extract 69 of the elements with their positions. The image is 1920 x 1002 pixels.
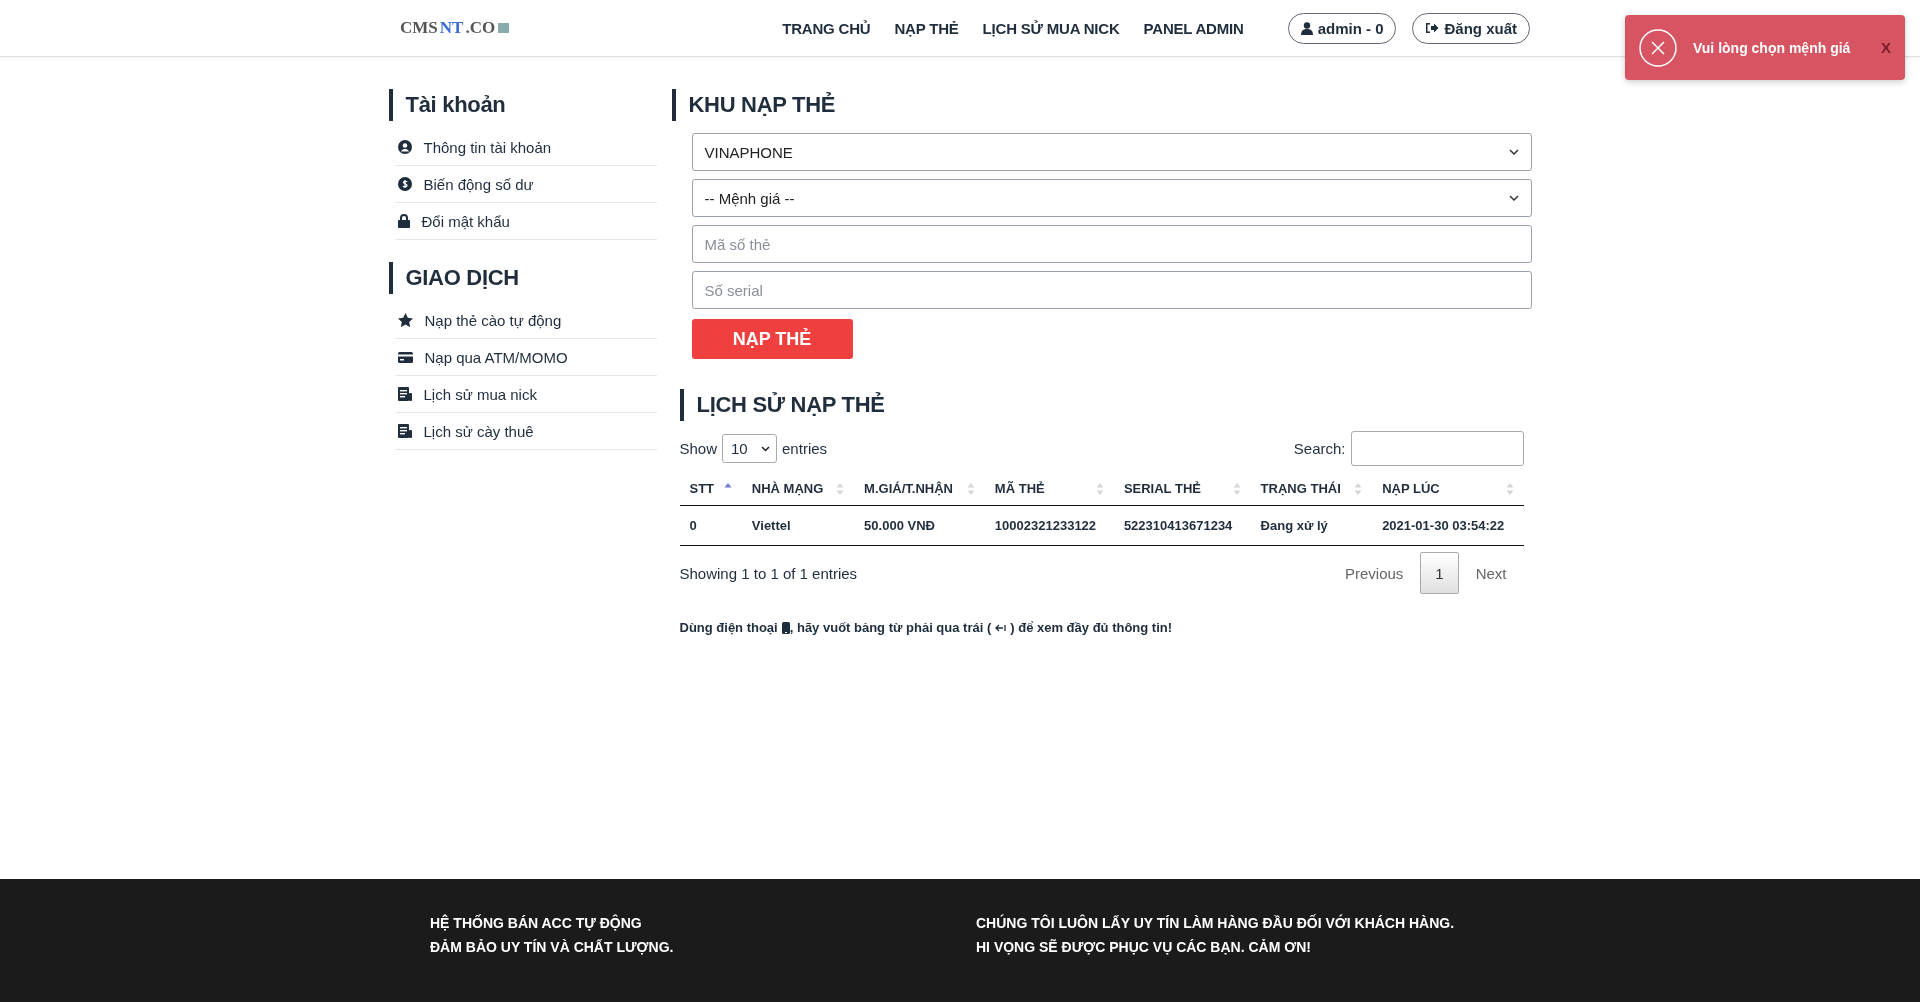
user-icon <box>1300 21 1313 35</box>
sidebar-link[interactable]: Lịch sử mua nick <box>423 385 537 403</box>
user-circle-icon <box>397 140 412 154</box>
entries-label: entries <box>782 440 828 457</box>
table-cell: 50.000 VNĐ <box>864 518 935 533</box>
footer-text: HỆ THỐNG BÁN ACC TỰ ĐỘNG <box>430 915 643 931</box>
table-cell: 2021-01-30 03:54:22 <box>1382 518 1505 533</box>
column-header[interactable]: TRẠNG THÁI <box>1260 481 1341 496</box>
sidebar-link[interactable]: Lịch sử cày thuê <box>423 422 534 440</box>
sidebar-link[interactable]: Biến động số dư <box>423 175 534 193</box>
input-field[interactable]: Mã số thẻ <box>691 225 1532 263</box>
table-info: Showing 1 to 1 of 1 entries <box>679 564 858 582</box>
submit-button[interactable]: NẠP THẺ <box>691 319 853 359</box>
select-field[interactable]: -- Mệnh giá -- <box>691 179 1532 217</box>
column-header[interactable]: NHÀ MẠNG <box>751 481 824 496</box>
lock-icon <box>397 214 410 228</box>
logout-button[interactable]: Đăng xuất <box>1412 12 1530 44</box>
sign-out-icon <box>1425 22 1440 34</box>
note-text: Dùng điện thoại <box>679 620 778 635</box>
table-cell: 522310413671234 <box>1123 518 1233 533</box>
footer-text: ĐẢM BẢO UY TÍN VÀ CHẤT LƯỢNG. <box>430 939 675 955</box>
dollar-icon <box>397 177 412 191</box>
show-label: Show <box>679 440 718 457</box>
column-header[interactable]: STT <box>689 481 715 496</box>
sidebar-link[interactable]: Thông tin tài khoản <box>423 138 552 156</box>
sidebar-link[interactable]: Nạp thẻ cào tự động <box>424 311 562 329</box>
receipt-icon <box>397 387 412 401</box>
nav-link[interactable]: PANEL ADMIN <box>1143 19 1244 37</box>
section-heading: Tài khoản <box>388 89 506 121</box>
arrow-icon <box>995 623 1007 632</box>
pagination-button[interactable]: 1 <box>1420 552 1459 594</box>
select-field[interactable]: VINAPHONE <box>691 133 1532 171</box>
nav-link[interactable]: NẠP THẺ <box>894 19 959 37</box>
sidebar-link[interactable]: Đổi mật khẩu <box>421 212 510 230</box>
note-text: , hãy vuốt bảng từ phải qua trái ( <box>789 620 992 635</box>
column-header[interactable]: NẠP LÚC <box>1382 481 1440 496</box>
search-label: Search: <box>1293 440 1346 457</box>
table-cell: Đang xử lý <box>1260 518 1328 533</box>
section-heading: LỊCH SỬ NẠP THẺ <box>679 389 885 421</box>
sidebar-link[interactable]: Nạp qua ATM/MOMO <box>424 348 568 366</box>
receipt-icon <box>397 424 412 438</box>
phone-icon <box>781 621 790 634</box>
credit-card-icon <box>397 351 413 363</box>
column-header[interactable]: M.GIÁ/T.NHẬN <box>864 481 953 496</box>
note-text: ) để xem đầy đủ thông tin! <box>1010 620 1173 635</box>
footer-text: CHÚNG TÔI LUÔN LẤY UY TÍN LÀM HÀNG ĐẦU ĐỐI VỚI KHÁCH HÀNG. <box>976 915 1456 931</box>
account-button[interactable]: admin - 0 <box>1287 12 1397 44</box>
column-header[interactable]: MÃ THẺ <box>994 481 1045 496</box>
error-icon <box>1639 28 1677 67</box>
nav-link[interactable]: TRANG CHỦ <box>782 19 871 37</box>
table-cell: Viettel <box>751 518 791 533</box>
column-header[interactable]: SERIAL THẺ <box>1123 481 1201 496</box>
chevron-down-icon <box>761 445 771 452</box>
section-heading: GIAO DỊCH <box>388 262 519 294</box>
nav-link[interactable]: LỊCH SỬ MUA NICK <box>982 19 1120 37</box>
star-icon <box>397 313 413 327</box>
site-logo[interactable]: CMSNT.CO <box>400 18 510 38</box>
table-cell: 0 <box>689 518 697 533</box>
page-size-select[interactable]: 10 <box>722 434 778 463</box>
pagination-button[interactable]: Previous <box>1327 552 1421 594</box>
footer-text: HI VỌNG SẼ ĐƯỢC PHỤC VỤ CÁC BẠN. CẢM ƠN! <box>976 939 1312 955</box>
chevron-down-icon <box>1508 149 1519 155</box>
table-cell: 10002321233122 <box>994 518 1097 533</box>
section-heading: KHU NẠP THẺ <box>671 89 836 121</box>
pagination-button[interactable]: Next <box>1458 552 1524 594</box>
input-field[interactable]: Số serial <box>691 271 1532 309</box>
toast-message: Vui lòng chọn mệnh giá <box>1693 39 1852 56</box>
search-field[interactable] <box>1350 431 1524 466</box>
chevron-down-icon <box>1508 195 1519 201</box>
